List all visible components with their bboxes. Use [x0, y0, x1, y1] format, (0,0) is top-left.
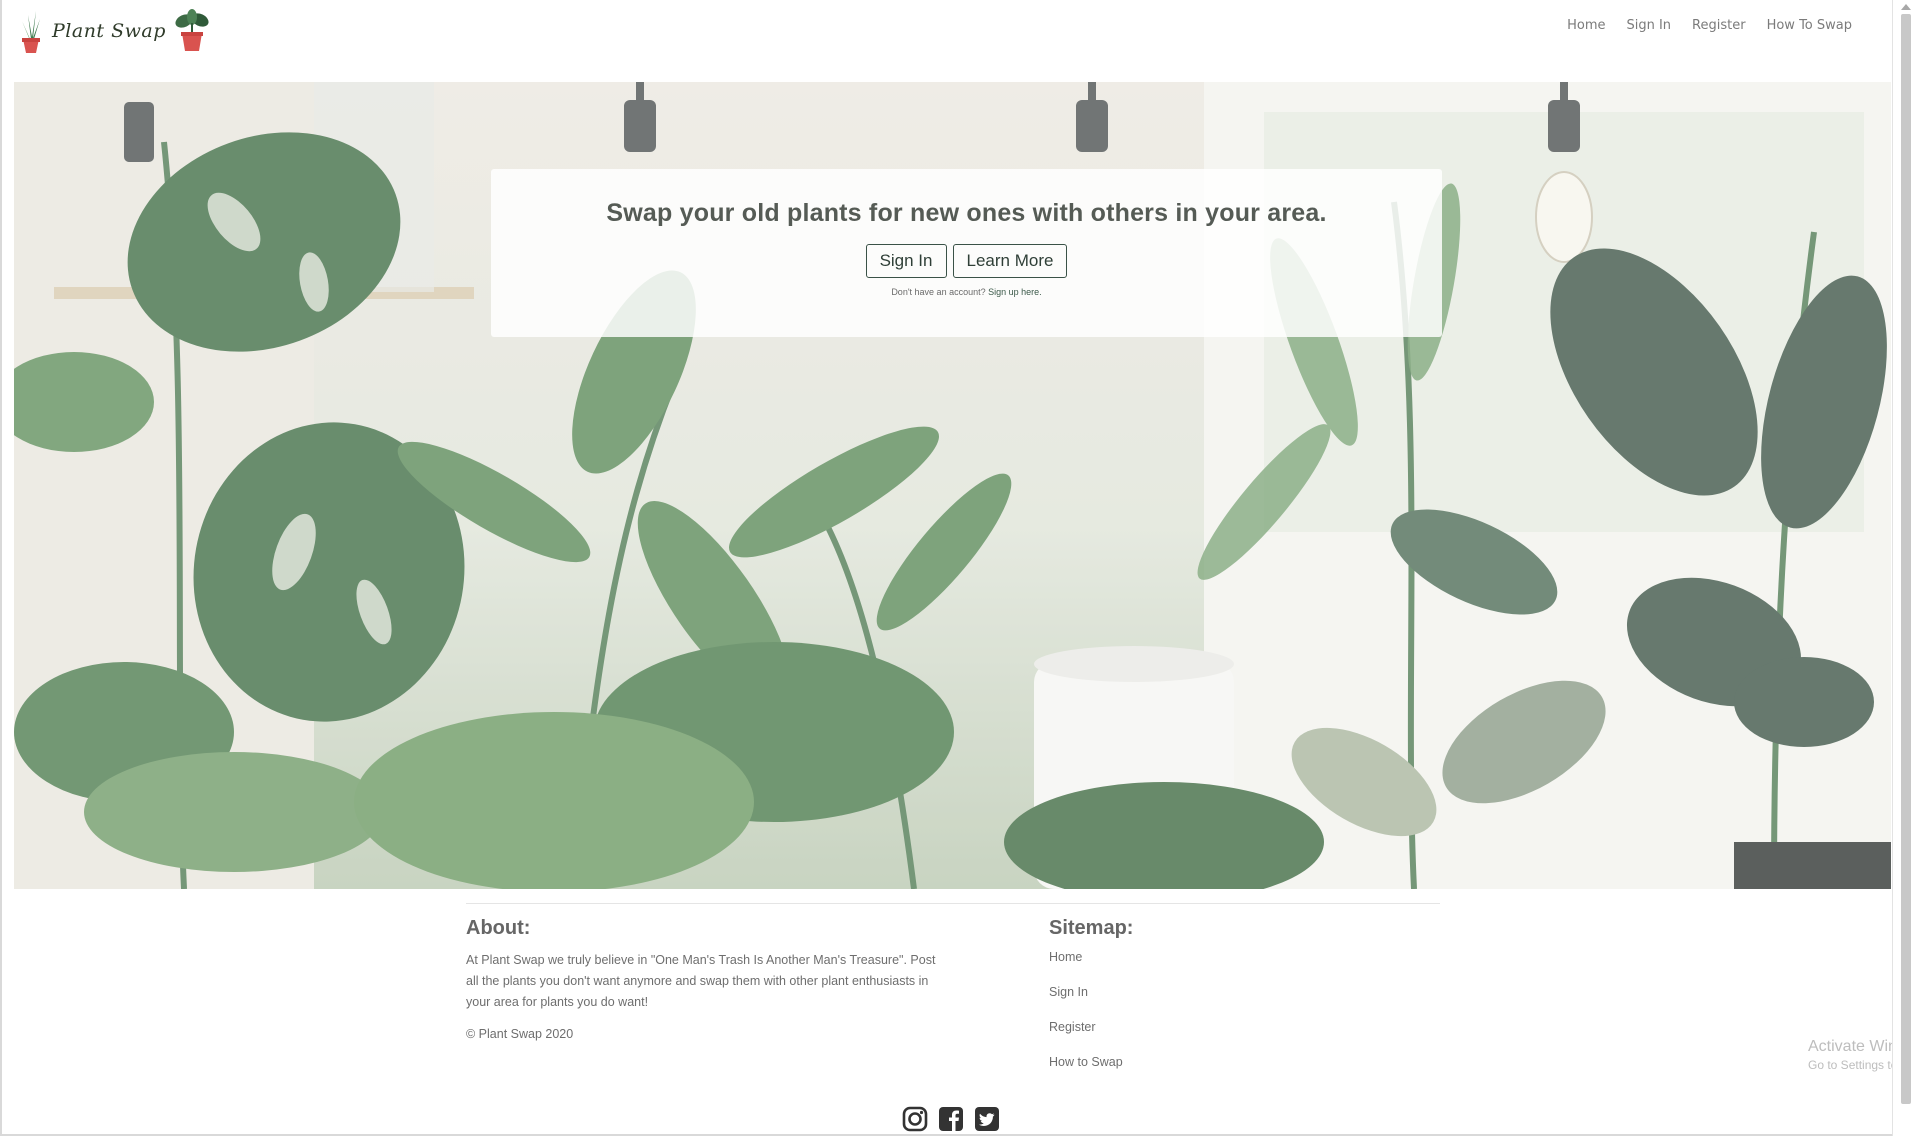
nav-register[interactable]: Register [1692, 18, 1746, 33]
learn-more-button[interactable]: Learn More [952, 244, 1068, 278]
brand-name: Plant Swap [52, 20, 166, 42]
sign-up-link[interactable]: Sign up here. [988, 287, 1042, 297]
sitemap-link-how-to-swap[interactable]: How to Swap [1049, 1045, 1349, 1080]
sitemap-link-home[interactable]: Home [1049, 940, 1349, 975]
cactus-pot-icon [22, 11, 40, 53]
instagram-icon[interactable] [902, 1106, 928, 1132]
facebook-icon[interactable] [938, 1106, 964, 1132]
about-text: At Plant Swap we truly believe in "One M… [466, 953, 936, 1009]
hero-card: Swap your old plants for new ones with o… [491, 169, 1442, 337]
main-nav: Home Sign In Register How To Swap [1567, 18, 1852, 33]
sitemap-link-register[interactable]: Register [1049, 1010, 1349, 1045]
scrollbar-thumb[interactable] [1901, 14, 1911, 1104]
hero-buttons: Sign In Learn More [491, 244, 1442, 278]
copyright-text: © Plant Swap 2020 [466, 1027, 574, 1041]
activate-windows-watermark: Activate Windows Go to Settings to activ… [1808, 1038, 1892, 1072]
signup-prefix: Don't have an account? [891, 287, 986, 297]
sitemap-heading: Sitemap: [1049, 917, 1134, 939]
sign-in-button[interactable]: Sign In [865, 244, 947, 278]
nav-home[interactable]: Home [1567, 18, 1605, 33]
top-navbar: Plant Swap Home Sign In Register How To … [0, 0, 1892, 60]
watermark-line-1: Activate Windows [1808, 1038, 1892, 1055]
vertical-scrollbar[interactable] [1892, 0, 1920, 1136]
nav-sign-in[interactable]: Sign In [1626, 18, 1671, 33]
watermark-line-2: Go to Settings to activate Windows. [1808, 1058, 1892, 1072]
scroll-up-arrow-icon[interactable] [1901, 4, 1911, 10]
footer-divider [466, 903, 1440, 904]
social-links [902, 1106, 1000, 1132]
sitemap-link-sign-in[interactable]: Sign In [1049, 975, 1349, 1010]
about-section: About: At Plant Swap we truly believe in… [466, 917, 946, 1041]
nav-how-to-swap[interactable]: How To Swap [1767, 18, 1852, 33]
potted-plant-icon [175, 9, 209, 51]
brand-logo[interactable]: Plant Swap [18, 8, 210, 54]
sitemap-section: Sitemap: Home Sign In Register How to Sw… [1049, 917, 1349, 1080]
twitter-icon[interactable] [974, 1106, 1000, 1132]
hero-headline: Swap your old plants for new ones with o… [606, 199, 1327, 227]
hero-banner: Swap your old plants for new ones with o… [14, 82, 1891, 889]
about-heading: About: [466, 917, 531, 939]
signup-note: Don't have an account? Sign up here. [491, 287, 1442, 297]
